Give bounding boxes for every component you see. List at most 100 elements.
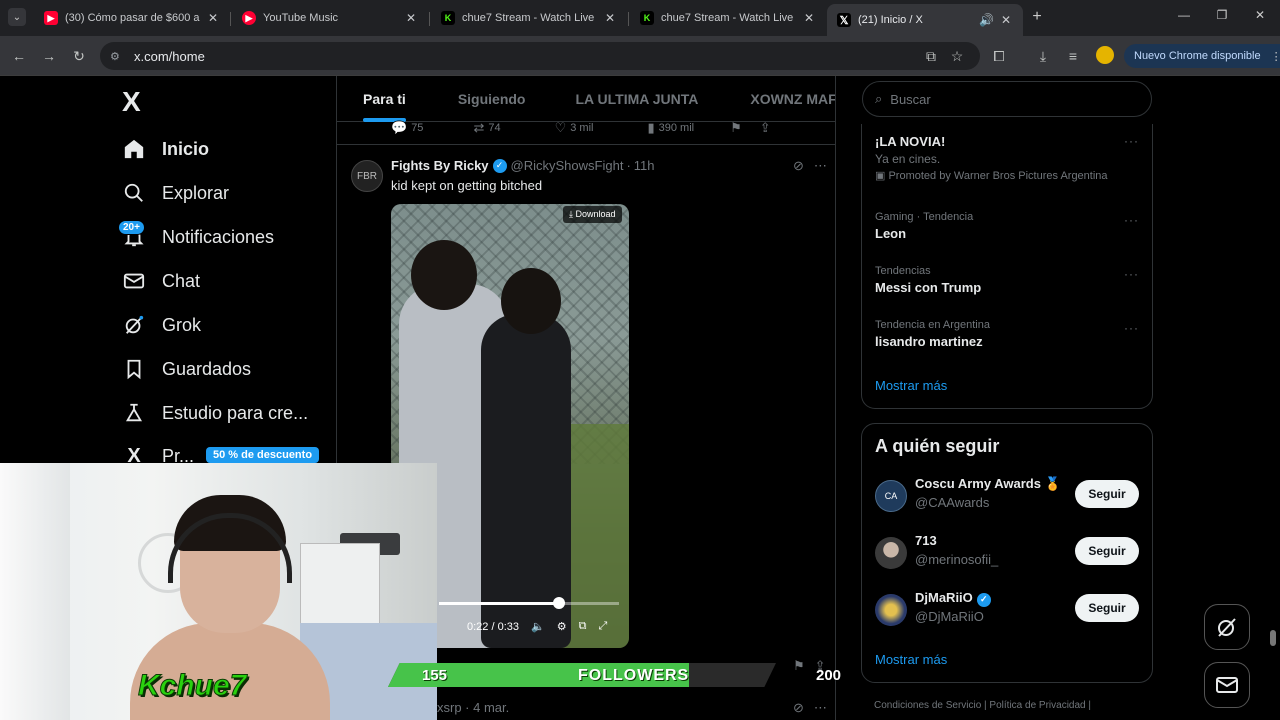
tab-xownz-mafia[interactable]: XOWNZ MAFIA (750, 76, 835, 121)
nav-home[interactable]: Inicio (122, 134, 209, 164)
nav-chat[interactable]: Chat (122, 266, 200, 296)
profile-avatar[interactable] (1096, 46, 1114, 64)
more-icon[interactable]: ⋯ (814, 700, 827, 716)
trend-item[interactable]: Tendencias Messi con Trump (875, 265, 981, 295)
notifications-badge: 20+ (118, 220, 145, 235)
post-time[interactable]: 11h (634, 158, 655, 173)
extensions-icon[interactable]: ⧠ (990, 47, 1008, 65)
more-icon[interactable]: ··· (1124, 267, 1139, 281)
mail-icon (122, 269, 146, 293)
close-icon[interactable]: ✕ (603, 11, 617, 25)
follow-button[interactable]: Seguir (1075, 537, 1139, 565)
nav-creator-studio[interactable]: Estudio para cre... (122, 398, 308, 428)
avatar[interactable] (875, 594, 907, 626)
post-handle[interactable]: @RickyShowsFight (511, 158, 624, 173)
x-logo[interactable]: X (122, 86, 141, 118)
close-icon[interactable]: ✕ (404, 11, 418, 25)
grok-fab[interactable] (1204, 604, 1250, 650)
media-controls-icon[interactable]: ≡ (1064, 47, 1082, 65)
video-progress-bar[interactable] (439, 597, 619, 609)
browser-tab-active[interactable]: 𝕏 (21) Inicio / X 🔊 ✕ (827, 4, 1023, 36)
bookmark-star-icon[interactable]: ☆ (948, 47, 966, 65)
nav-bookmarks[interactable]: Guardados (122, 354, 251, 384)
more-icon[interactable]: ··· (1124, 134, 1139, 148)
home-icon (122, 137, 146, 161)
grok-icon[interactable]: ⊘ (793, 700, 804, 716)
browser-tab[interactable]: ▶ YouTube Music ✕ (232, 4, 428, 32)
close-icon[interactable]: ✕ (999, 13, 1013, 27)
forward-icon[interactable]: → (40, 47, 58, 65)
browser-tab[interactable]: K chue7 Stream - Watch Live on Kick ✕ (431, 4, 627, 32)
volume-icon[interactable]: 🔈 (531, 620, 545, 633)
browser-toolbar: ← → ↻ ⚙ x.com/home ⧉ ☆ ⧠ ⤓ ≡ Nuevo Chrom… (0, 36, 1280, 76)
nav-explore[interactable]: Explorar (122, 178, 229, 208)
browser-tab[interactable]: K chue7 Stream - Watch Live on Kick ✕ (630, 4, 826, 32)
tab-search-button[interactable]: ⌄ (8, 8, 26, 26)
footer-links[interactable]: Condiciones de Servicio | Política de Pr… (874, 700, 1091, 711)
tab-for-you[interactable]: Para ti (363, 76, 406, 122)
follow-suggestion[interactable]: 713 @merinosofii_ Seguir (875, 533, 1141, 573)
restore-icon[interactable]: ❐ (1212, 8, 1232, 22)
kick-icon: K (441, 11, 455, 25)
nav-label: Chat (162, 270, 201, 291)
follow-button[interactable]: Seguir (1075, 480, 1139, 508)
streamer-logo: Kchue7 (137, 669, 247, 703)
post-text: kid kept on getting bitched (391, 178, 543, 193)
new-tab-button[interactable]: + (1028, 8, 1046, 26)
fullscreen-icon[interactable]: ⤢ (598, 620, 607, 633)
search-input[interactable]: ⌕ Buscar (862, 81, 1152, 117)
browser-tab[interactable]: ▶ (30) Cómo pasar de $600 a $450 ✕ (34, 4, 230, 32)
share-icon: ⇪ (759, 120, 771, 135)
trend-item[interactable]: Tendencia en Argentina lisandro martinez (875, 319, 990, 349)
more-icon[interactable]: ··· (1124, 321, 1139, 335)
install-app-icon[interactable]: ⧉ (922, 47, 940, 65)
more-icon[interactable]: ··· (1124, 213, 1139, 227)
close-icon[interactable]: ✕ (206, 11, 220, 25)
feed-tabs: Para ti Siguiendo LA ULTIMA JUNTA XOWNZ … (337, 76, 835, 122)
reload-icon[interactable]: ↻ (70, 47, 88, 65)
reply-button[interactable]: 💬 75 (391, 120, 423, 136)
views-icon: ▮ (647, 120, 655, 135)
next-post-menu: ⊘ ⋯ (783, 700, 827, 716)
site-info-icon[interactable]: ⚙ (110, 50, 126, 63)
views-button[interactable]: ▮ 390 mil (647, 120, 694, 136)
back-icon[interactable]: ← (10, 47, 28, 65)
bookmark-button[interactable]: ⚑ (730, 120, 746, 136)
more-icon[interactable]: ⋯ (814, 158, 827, 174)
avatar[interactable]: CA (875, 480, 907, 512)
nav-grok[interactable]: Grok (122, 310, 201, 340)
speaker-icon[interactable]: 🔊 (979, 13, 994, 27)
tab-la-ultima-junta[interactable]: LA ULTIMA JUNTA (575, 76, 698, 121)
avatar[interactable]: FBR (351, 160, 383, 192)
show-more-link[interactable]: Mostrar más (875, 652, 947, 667)
post-author[interactable]: Fights By Ricky (391, 158, 489, 173)
scrollbar[interactable] (1270, 630, 1276, 646)
search-icon: ⌕ (875, 91, 883, 106)
follow-button[interactable]: Seguir (1075, 594, 1139, 622)
youtube-music-icon: ▶ (242, 11, 256, 25)
update-chrome-button[interactable]: Nuevo Chrome disponible ⋮ (1124, 44, 1280, 68)
download-button[interactable]: ⤓ Download (563, 206, 622, 223)
seek-handle[interactable] (553, 597, 566, 609)
promoted-trend[interactable]: ¡LA NOVIA! Ya en cines. ▣ Promoted by Wa… (875, 134, 1108, 182)
close-icon[interactable]: ✕ (802, 11, 816, 25)
promoted-icon: ▣ (875, 170, 889, 182)
minimize-icon[interactable]: — (1174, 8, 1194, 22)
avatar[interactable] (875, 537, 907, 569)
bookmark-icon[interactable]: ⚑ (793, 658, 805, 674)
show-more-link[interactable]: Mostrar más (875, 378, 947, 393)
close-window-icon[interactable]: ✕ (1250, 8, 1270, 22)
download-icon[interactable]: ⤓ (1034, 47, 1052, 65)
repost-button[interactable]: ⇄ 74 (473, 120, 500, 136)
follow-suggestion[interactable]: CA Coscu Army Awards 🏅 @CAAwards Seguir (875, 476, 1141, 516)
share-button[interactable]: ⇪ (760, 120, 775, 136)
grok-icon[interactable]: ⊘ (793, 158, 804, 174)
pip-icon[interactable]: ⧉ (579, 620, 587, 633)
like-button[interactable]: ♡ 3 mil (555, 120, 594, 136)
address-bar[interactable]: ⚙ x.com/home (100, 42, 980, 70)
messages-fab[interactable] (1204, 662, 1250, 708)
follow-suggestion[interactable]: DjMaRiiO ✓ @DjMaRiiO Seguir (875, 590, 1141, 630)
settings-icon[interactable]: ⚙ (557, 620, 567, 633)
trend-item[interactable]: Gaming · Tendencia Leon (875, 211, 973, 241)
tab-following[interactable]: Siguiendo (458, 76, 526, 121)
